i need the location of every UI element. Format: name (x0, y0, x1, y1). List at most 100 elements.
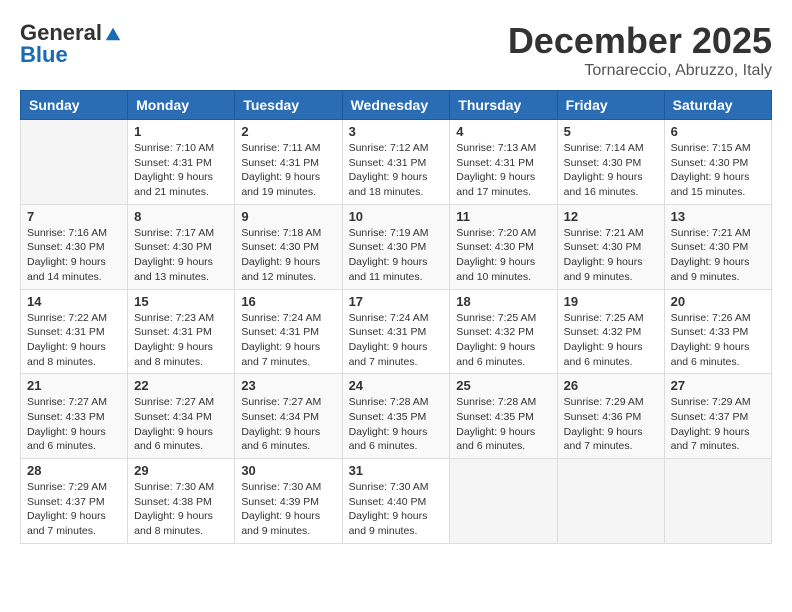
day-number: 15 (134, 294, 228, 309)
day-info: Sunrise: 7:26 AMSunset: 4:33 PMDaylight:… (671, 311, 765, 370)
logo-icon (104, 24, 122, 42)
day-number: 3 (349, 124, 444, 139)
calendar-week-row: 21 Sunrise: 7:27 AMSunset: 4:33 PMDayligh… (21, 374, 772, 459)
calendar-cell (450, 459, 557, 544)
calendar-cell: 30 Sunrise: 7:30 AMSunset: 4:39 PMDayligh… (235, 459, 342, 544)
day-number: 11 (456, 209, 550, 224)
calendar-cell: 21 Sunrise: 7:27 AMSunset: 4:33 PMDayligh… (21, 374, 128, 459)
weekday-header-thursday: Thursday (450, 91, 557, 120)
day-info: Sunrise: 7:28 AMSunset: 4:35 PMDaylight:… (349, 395, 444, 454)
day-info: Sunrise: 7:12 AMSunset: 4:31 PMDaylight:… (349, 141, 444, 200)
calendar-cell: 27Sunrise: 7:29 AMSunset: 4:37 PMDayligh… (664, 374, 771, 459)
day-info: Sunrise: 7:29 AMSunset: 4:36 PMDaylight:… (564, 395, 658, 454)
page-header: General Blue December 2025 Tornareccio, … (20, 20, 772, 80)
calendar-cell: 23 Sunrise: 7:27 AMSunset: 4:34 PMDayligh… (235, 374, 342, 459)
calendar-cell: 8 Sunrise: 7:17 AMSunset: 4:30 PMDaylight… (128, 204, 235, 289)
calendar-cell: 18Sunrise: 7:25 AMSunset: 4:32 PMDayligh… (450, 289, 557, 374)
day-info: Sunrise: 7:27 AMSunset: 4:33 PMDaylight:… (27, 395, 121, 454)
calendar-cell: 16 Sunrise: 7:24 AMSunset: 4:31 PMDayligh… (235, 289, 342, 374)
calendar-week-row: 14Sunrise: 7:22 AMSunset: 4:31 PMDayligh… (21, 289, 772, 374)
day-number: 10 (349, 209, 444, 224)
month-title: December 2025 (508, 20, 772, 62)
day-info: Sunrise: 7:17 AMSunset: 4:30 PMDaylight:… (134, 226, 228, 285)
weekday-header-sunday: Sunday (21, 91, 128, 120)
weekday-header-friday: Friday (557, 91, 664, 120)
calendar-cell: 22 Sunrise: 7:27 AMSunset: 4:34 PMDayligh… (128, 374, 235, 459)
calendar-cell: 2 Sunrise: 7:11 AMSunset: 4:31 PMDaylight… (235, 120, 342, 205)
day-number: 1 (134, 124, 228, 139)
calendar-cell: 31 Sunrise: 7:30 AMSunset: 4:40 PMDayligh… (342, 459, 450, 544)
day-number: 29 (134, 463, 228, 478)
day-number: 17 (349, 294, 444, 309)
day-info: Sunrise: 7:16 AMSunset: 4:30 PMDaylight:… (27, 226, 121, 285)
calendar-cell: 14Sunrise: 7:22 AMSunset: 4:31 PMDayligh… (21, 289, 128, 374)
calendar-cell: 9 Sunrise: 7:18 AMSunset: 4:30 PMDaylight… (235, 204, 342, 289)
weekday-header-row: SundayMondayTuesdayWednesdayThursdayFrid… (21, 91, 772, 120)
day-info: Sunrise: 7:18 AMSunset: 4:30 PMDaylight:… (241, 226, 335, 285)
calendar-cell: 26Sunrise: 7:29 AMSunset: 4:36 PMDayligh… (557, 374, 664, 459)
day-number: 25 (456, 378, 550, 393)
day-info: Sunrise: 7:29 AMSunset: 4:37 PMDaylight:… (27, 480, 121, 539)
day-info: Sunrise: 7:11 AMSunset: 4:31 PMDaylight:… (241, 141, 335, 200)
day-number: 2 (241, 124, 335, 139)
day-info: Sunrise: 7:22 AMSunset: 4:31 PMDaylight:… (27, 311, 121, 370)
calendar-cell: 19 Sunrise: 7:25 AMSunset: 4:32 PMDayligh… (557, 289, 664, 374)
day-info: Sunrise: 7:24 AMSunset: 4:31 PMDaylight:… (349, 311, 444, 370)
calendar-cell: 24Sunrise: 7:28 AMSunset: 4:35 PMDayligh… (342, 374, 450, 459)
calendar-cell: 4Sunrise: 7:13 AMSunset: 4:31 PMDaylight… (450, 120, 557, 205)
day-number: 20 (671, 294, 765, 309)
calendar-cell: 3 Sunrise: 7:12 AMSunset: 4:31 PMDaylight… (342, 120, 450, 205)
day-info: Sunrise: 7:27 AMSunset: 4:34 PMDaylight:… (241, 395, 335, 454)
weekday-header-monday: Monday (128, 91, 235, 120)
calendar-cell: 13Sunrise: 7:21 AMSunset: 4:30 PMDayligh… (664, 204, 771, 289)
calendar-cell: 25 Sunrise: 7:28 AMSunset: 4:35 PMDayligh… (450, 374, 557, 459)
day-number: 5 (564, 124, 658, 139)
day-info: Sunrise: 7:27 AMSunset: 4:34 PMDaylight:… (134, 395, 228, 454)
day-info: Sunrise: 7:30 AMSunset: 4:38 PMDaylight:… (134, 480, 228, 539)
day-number: 23 (241, 378, 335, 393)
logo: General Blue (20, 20, 122, 68)
day-info: Sunrise: 7:23 AMSunset: 4:31 PMDaylight:… (134, 311, 228, 370)
day-info: Sunrise: 7:13 AMSunset: 4:31 PMDaylight:… (456, 141, 550, 200)
day-number: 9 (241, 209, 335, 224)
day-info: Sunrise: 7:10 AMSunset: 4:31 PMDaylight:… (134, 141, 228, 200)
day-number: 7 (27, 209, 121, 224)
day-info: Sunrise: 7:19 AMSunset: 4:30 PMDaylight:… (349, 226, 444, 285)
day-number: 12 (564, 209, 658, 224)
calendar-week-row: 28 Sunrise: 7:29 AMSunset: 4:37 PMDayligh… (21, 459, 772, 544)
day-number: 31 (349, 463, 444, 478)
day-number: 6 (671, 124, 765, 139)
day-number: 8 (134, 209, 228, 224)
day-info: Sunrise: 7:14 AMSunset: 4:30 PMDaylight:… (564, 141, 658, 200)
day-number: 18 (456, 294, 550, 309)
day-number: 16 (241, 294, 335, 309)
calendar-cell: 10 Sunrise: 7:19 AMSunset: 4:30 PMDayligh… (342, 204, 450, 289)
day-info: Sunrise: 7:15 AMSunset: 4:30 PMDaylight:… (671, 141, 765, 200)
calendar-week-row: 7 Sunrise: 7:16 AMSunset: 4:30 PMDaylight… (21, 204, 772, 289)
day-number: 28 (27, 463, 121, 478)
calendar-cell: 1 Sunrise: 7:10 AMSunset: 4:31 PMDaylight… (128, 120, 235, 205)
weekday-header-wednesday: Wednesday (342, 91, 450, 120)
day-info: Sunrise: 7:30 AMSunset: 4:39 PMDaylight:… (241, 480, 335, 539)
day-info: Sunrise: 7:28 AMSunset: 4:35 PMDaylight:… (456, 395, 550, 454)
day-number: 21 (27, 378, 121, 393)
calendar-cell: 29 Sunrise: 7:30 AMSunset: 4:38 PMDayligh… (128, 459, 235, 544)
day-number: 30 (241, 463, 335, 478)
day-info: Sunrise: 7:30 AMSunset: 4:40 PMDaylight:… (349, 480, 444, 539)
day-number: 22 (134, 378, 228, 393)
day-number: 27 (671, 378, 765, 393)
calendar-cell: 12Sunrise: 7:21 AMSunset: 4:30 PMDayligh… (557, 204, 664, 289)
calendar-week-row: 1 Sunrise: 7:10 AMSunset: 4:31 PMDaylight… (21, 120, 772, 205)
calendar-cell: 5 Sunrise: 7:14 AMSunset: 4:30 PMDaylight… (557, 120, 664, 205)
calendar-cell: 11Sunrise: 7:20 AMSunset: 4:30 PMDayligh… (450, 204, 557, 289)
location-text: Tornareccio, Abruzzo, Italy (508, 62, 772, 80)
calendar-cell: 7 Sunrise: 7:16 AMSunset: 4:30 PMDaylight… (21, 204, 128, 289)
day-number: 13 (671, 209, 765, 224)
day-info: Sunrise: 7:24 AMSunset: 4:31 PMDaylight:… (241, 311, 335, 370)
day-number: 19 (564, 294, 658, 309)
calendar-cell (557, 459, 664, 544)
day-info: Sunrise: 7:25 AMSunset: 4:32 PMDaylight:… (564, 311, 658, 370)
logo-blue-text: Blue (20, 42, 68, 68)
calendar-cell: 28 Sunrise: 7:29 AMSunset: 4:37 PMDayligh… (21, 459, 128, 544)
calendar-cell (21, 120, 128, 205)
